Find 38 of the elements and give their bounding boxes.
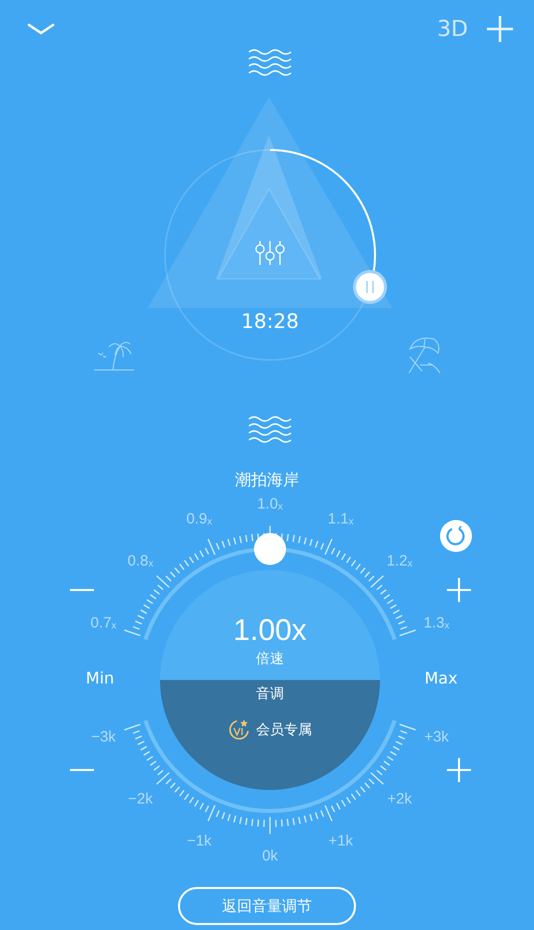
sound-title: 潮拍海岸 [234,469,300,491]
pitch-scale-label: −1k [186,832,212,850]
plus-icon[interactable] [446,577,472,603]
speed-scale-label: 1.2$_{x}$ [386,552,412,570]
plus-icon[interactable] [446,757,472,783]
reset-icon [446,526,466,546]
reset-button[interactable] [440,520,472,552]
speed-value: 1.00x [233,613,307,649]
pause-button[interactable] [352,270,387,304]
pitch-scale-label: −3k [91,728,116,746]
pause-icon [364,281,375,294]
collapse-chevron-icon[interactable] [26,22,56,36]
speed-scale-label: 0.7$_{x}$ [90,614,116,632]
pitch-caption: 音调 [256,685,284,704]
3d-toggle[interactable]: 3D [437,16,468,42]
pitch-scale-label: +3k [424,728,449,746]
speed-scale-label: 1.0$_{x}$ [257,496,283,512]
speed-scale-label: 0.9$_{x}$ [186,510,212,528]
speed-slider-thumb[interactable] [254,533,286,565]
min-label: Min [86,668,114,688]
pitch-scale-label: +2k [387,790,412,808]
speed-caption: 倍速 [256,650,284,669]
add-icon[interactable] [486,15,514,43]
pitch-scale-label: +1k [328,832,354,850]
waves-icon [248,48,292,78]
beach-umbrella-icon [408,335,442,375]
speed-scale-label: 0.8$_{x}$ [128,552,154,570]
timer-text: 18:28 [241,309,299,333]
star-badge-icon [228,719,250,741]
speed-scale-label: 1.1$_{x}$ [328,510,354,528]
equalizer-icon[interactable] [255,241,285,265]
max-label: Max [424,668,458,688]
speed-scale-label: 1.3$_{x}$ [424,614,450,632]
pitch-scale-label: −2k [128,790,153,808]
waves-icon [248,415,292,445]
member-only-label: 会员专属 [256,721,312,740]
pitch-scale-label: 0k [262,848,278,864]
back-to-volume-button[interactable]: 返回音量调节 [178,887,356,925]
